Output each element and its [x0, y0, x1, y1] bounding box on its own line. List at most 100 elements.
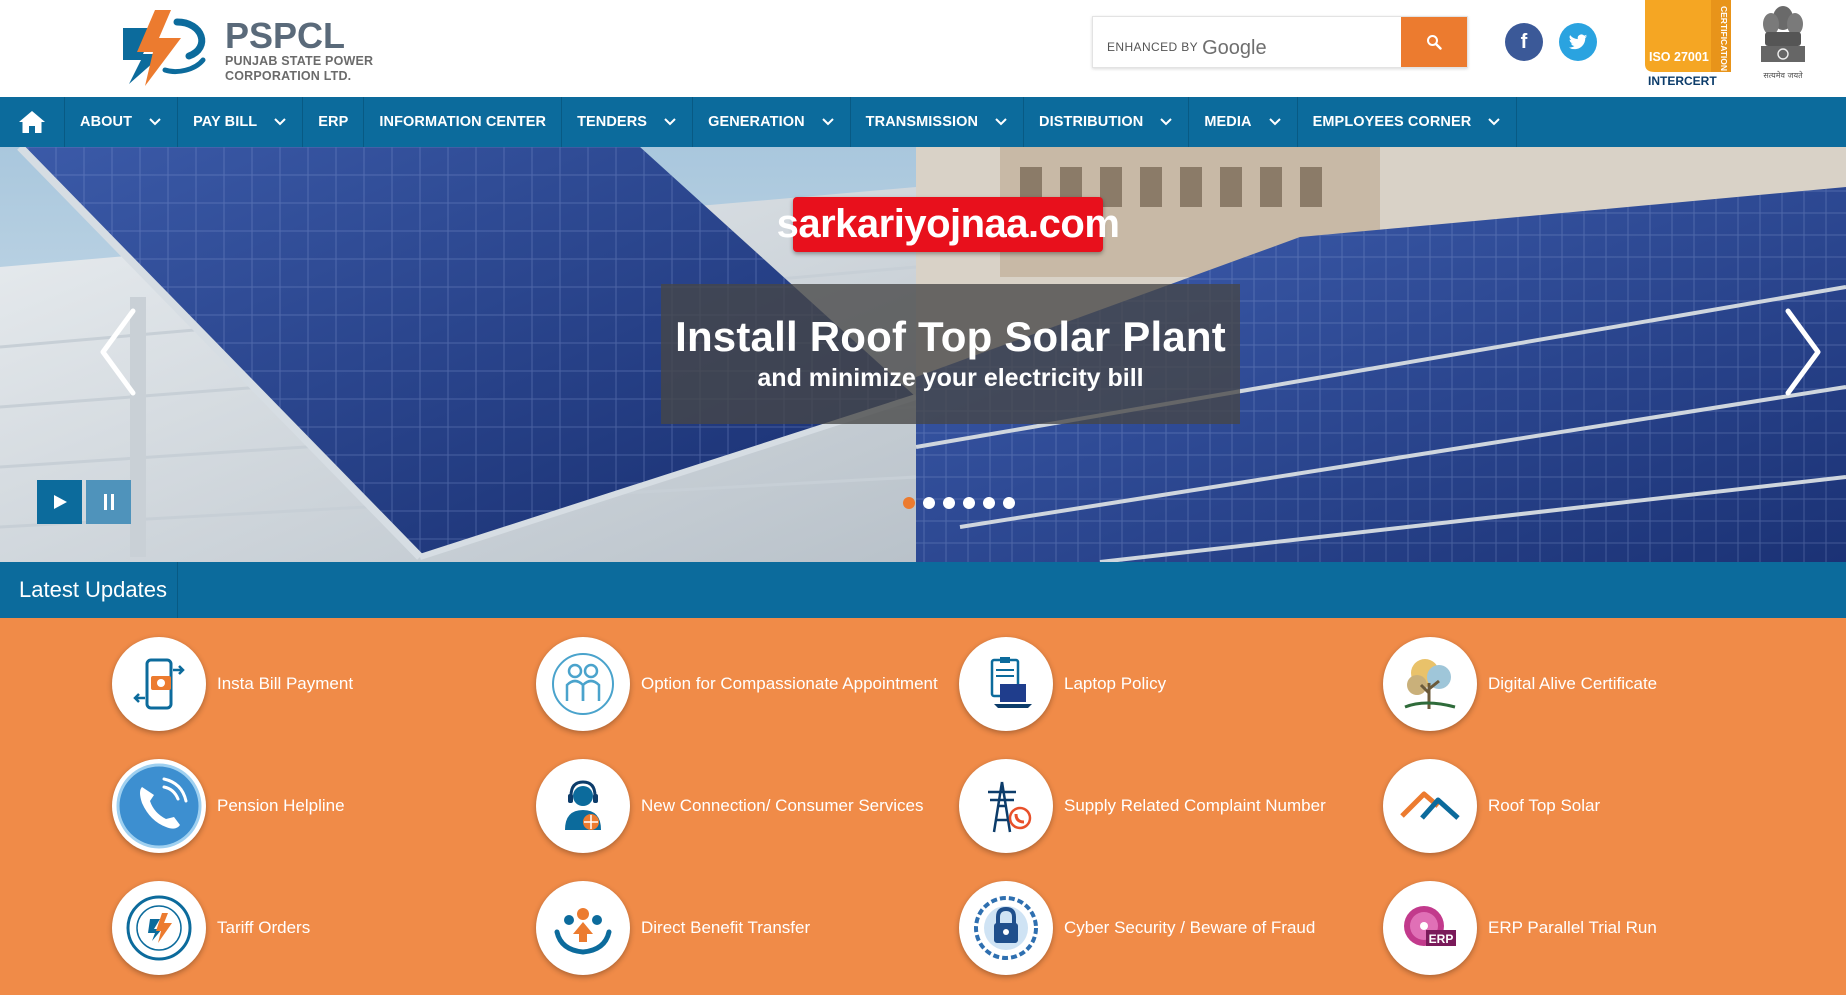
hero-slider: sarkariyojnaa.com Install Roof Top Solar… [0, 147, 1846, 562]
nav-pay-bill[interactable]: PAY BILL [178, 97, 304, 147]
nav-generation[interactable]: GENERATION [693, 97, 851, 147]
quick-link-label: New Connection/ Consumer Services [641, 796, 924, 815]
nav-distribution[interactable]: DISTRIBUTION [1024, 97, 1190, 147]
quick-link-label: Insta Bill Payment [217, 674, 354, 693]
chevron-down-icon [273, 115, 287, 129]
quick-link-label: ERP Parallel Trial Run [1488, 918, 1657, 937]
site-search: ENHANCED BY Google [1092, 16, 1468, 68]
nav-employees-corner[interactable]: EMPLOYEES CORNER [1298, 97, 1518, 147]
logo-title: PSPCL [225, 15, 346, 56]
chevron-right-icon [1785, 308, 1821, 396]
twitter-link[interactable] [1559, 23, 1597, 61]
quick-link-label: Tariff Orders [217, 918, 311, 937]
mobile-bill-payment-icon [112, 637, 206, 731]
quick-link-insta-bill-payment[interactable]: Insta Bill Payment [112, 636, 353, 732]
quick-link-supply-complaint[interactable]: Supply Related Complaint Number [959, 758, 1326, 854]
people-icon [536, 637, 630, 731]
quick-link-cyber-security[interactable]: Cyber Security / Beware of Fraud [959, 880, 1315, 976]
chevron-down-icon [821, 115, 835, 129]
nav-label: PAY BILL [193, 114, 258, 130]
quick-link-roof-top-solar[interactable]: Roof Top Solar [1383, 758, 1600, 854]
watermark-banner: sarkariyojnaa.com [777, 197, 1120, 252]
nav-about[interactable]: ABOUT [65, 97, 179, 147]
slider-dot[interactable] [983, 497, 995, 509]
quick-link-label: Laptop Policy [1064, 674, 1167, 693]
slide-subtitle: and minimize your electricity bill [757, 364, 1144, 392]
site-header: PSPCL PUNJAB STATE POWER CORPORATION LTD… [0, 0, 1846, 97]
ashoka-emblem-icon: सत्यमेव जयते [1761, 6, 1805, 80]
nav-erp[interactable]: ERP [303, 97, 365, 147]
slide-caption: Install Roof Top Solar Plant and minimiz… [661, 284, 1240, 424]
main-navigation: ABOUT PAY BILL ERP INFORMATION CENTER TE… [0, 97, 1846, 147]
chevron-down-icon [1159, 115, 1173, 129]
quick-link-tariff-orders[interactable]: Tariff Orders [112, 880, 310, 976]
nav-label: ABOUT [80, 114, 133, 130]
nav-label: INFORMATION CENTER [379, 114, 547, 130]
quick-link-compassionate-appointment[interactable]: Option for Compassionate Appointment [536, 636, 938, 732]
slider-next-button[interactable] [1780, 307, 1826, 397]
slider-dot[interactable] [943, 497, 955, 509]
search-input[interactable] [1103, 27, 1403, 57]
iso-certification-icon: CERTIFICATION ISO 27001 INTERCERT [1645, 0, 1731, 88]
iso-brand-text: INTERCERT [1648, 74, 1717, 88]
iso-vertical-text: CERTIFICATION [1719, 6, 1729, 71]
slider-dot[interactable] [923, 497, 935, 509]
nav-information-center[interactable]: INFORMATION CENTER [364, 97, 563, 147]
quick-links-section: Insta Bill Payment Option for Compassion… [0, 618, 1846, 995]
roof-icon [1383, 759, 1477, 853]
family-hands-icon [536, 881, 630, 975]
pspcl-logo[interactable]: PSPCL PUNJAB STATE POWER CORPORATION LTD… [115, 4, 375, 88]
iso-number-text: ISO 27001 [1649, 50, 1709, 64]
nav-tenders[interactable]: TENDERS [562, 97, 694, 147]
logo-subtitle-line1: PUNJAB STATE POWER [225, 54, 374, 68]
quick-link-label: Direct Benefit Transfer [641, 918, 811, 937]
quick-link-label: Digital Alive Certificate [1488, 674, 1658, 693]
quick-link-label: Cyber Security / Beware of Fraud [1064, 918, 1316, 937]
play-icon [53, 495, 67, 509]
nav-media[interactable]: MEDIA [1189, 97, 1298, 147]
slider-dot[interactable] [963, 497, 975, 509]
nav-transmission[interactable]: TRANSMISSION [851, 97, 1025, 147]
power-tower-icon [959, 759, 1053, 853]
slider-pause-button[interactable] [86, 480, 131, 524]
quick-link-digital-alive-certificate[interactable]: Digital Alive Certificate [1383, 636, 1657, 732]
quick-link-pension-helpline[interactable]: Pension Helpline [112, 758, 345, 854]
nav-label: ERP [318, 114, 349, 130]
nav-label: MEDIA [1204, 114, 1252, 130]
quick-link-label: Option for Compassionate Appointment [641, 674, 938, 693]
quick-link-label: Roof Top Solar [1488, 796, 1601, 815]
erp-disc-icon: ERP [1383, 881, 1477, 975]
facebook-link[interactable]: f [1505, 23, 1543, 61]
nav-label: GENERATION [708, 114, 805, 130]
slider-dot[interactable] [1003, 497, 1015, 509]
quick-link-direct-benefit-transfer[interactable]: Direct Benefit Transfer [536, 880, 810, 976]
laptop-clipboard-icon [959, 637, 1053, 731]
quick-link-label: Pension Helpline [217, 796, 345, 815]
slide-title: Install Roof Top Solar Plant [675, 313, 1226, 360]
pspcl-seal-icon [112, 881, 206, 975]
quick-link-erp-parallel-trial-run[interactable]: ERP ERP Parallel Trial Run [1383, 880, 1657, 976]
latest-updates-label: Latest Updates [0, 562, 178, 618]
slider-dots [903, 497, 1015, 509]
slider-prev-button[interactable] [95, 307, 141, 397]
padlock-icon [959, 881, 1053, 975]
twitter-bird-icon [1568, 33, 1588, 49]
nav-home[interactable] [0, 97, 65, 147]
slider-dot[interactable] [903, 497, 915, 509]
home-icon [19, 111, 45, 133]
search-button[interactable] [1401, 17, 1467, 67]
pspcl-logo-icon [123, 10, 206, 86]
quick-link-laptop-policy[interactable]: Laptop Policy [959, 636, 1166, 732]
emblem-caption: सत्यमेव जयते [1763, 70, 1803, 80]
chevron-down-icon [663, 115, 677, 129]
logo-text: PSPCL PUNJAB STATE POWER CORPORATION LTD… [225, 18, 373, 84]
chevron-down-icon [994, 115, 1008, 129]
logo-subtitle-line2: CORPORATION LTD. [225, 69, 352, 83]
slider-play-button[interactable] [37, 480, 82, 524]
quick-link-new-connection[interactable]: New Connection/ Consumer Services [536, 758, 924, 854]
national-emblem: सत्यमेव जयते [1755, 2, 1811, 86]
phone-icon [112, 759, 206, 853]
chevron-down-icon [1268, 115, 1282, 129]
chevron-down-icon [148, 115, 162, 129]
search-icon [1427, 35, 1442, 50]
